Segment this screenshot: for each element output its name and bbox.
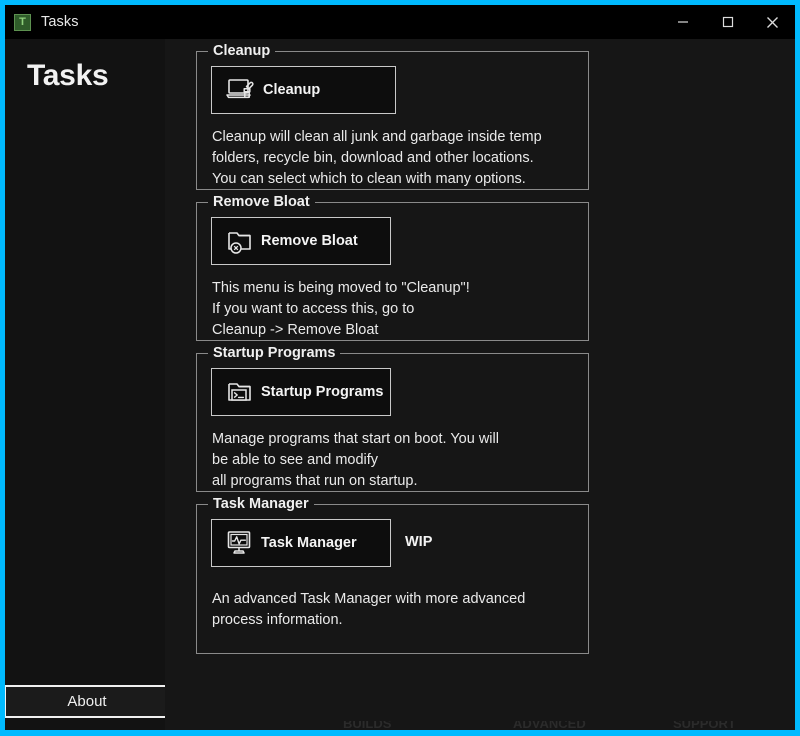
startup-programs-button[interactable]: Startup Programs [211, 368, 391, 416]
remove-bloat-button[interactable]: Remove Bloat [211, 217, 391, 265]
window-controls [660, 5, 795, 39]
folder-remove-icon [228, 232, 251, 254]
minimize-icon [677, 21, 688, 23]
laptop-brush-icon [226, 79, 254, 99]
sidebar: Tasks About [5, 39, 170, 730]
clipped-bottom-text: BUILDS ADVANCED SUPPORT [325, 721, 795, 730]
maximize-button[interactable] [705, 5, 750, 39]
task-manager-button-label: Task Manager [261, 535, 357, 551]
clipped-text-b: ADVANCED [513, 721, 586, 730]
app-icon: T [14, 13, 31, 31]
minimize-button[interactable] [660, 5, 705, 39]
cleanup-description: Cleanup will clean all junk and garbage … [212, 129, 542, 187]
content-area: Cleanup Cleanup Cleanup will clean all j… [165, 39, 795, 730]
close-button[interactable] [750, 5, 795, 39]
window-inner: T Tasks Tasks About Cleanup Cleanup Clea… [5, 5, 795, 730]
cleanup-button[interactable]: Cleanup [211, 66, 396, 114]
window-body: Tasks About Cleanup Cleanup Cleanup will… [5, 39, 795, 730]
group-startup-programs: Startup Programs Startup Programs Manage… [196, 345, 589, 492]
group-title-cleanup: Cleanup [208, 43, 276, 59]
startup-programs-button-label: Startup Programs [261, 384, 384, 400]
folder-terminal-icon [228, 383, 251, 401]
title-bar: T Tasks [5, 5, 795, 39]
startup-programs-description: Manage programs that start on boot. You … [212, 431, 499, 489]
clipped-text-c: SUPPORT [673, 721, 736, 730]
group-cleanup: Cleanup Cleanup Cleanup will clean all j… [196, 43, 589, 190]
task-manager-description: An advanced Task Manager with more advan… [212, 591, 526, 628]
group-title-remove-bloat: Remove Bloat [208, 194, 315, 210]
page-title: Tasks [27, 59, 109, 92]
cleanup-button-label: Cleanup [263, 82, 321, 98]
remove-bloat-button-label: Remove Bloat [261, 233, 358, 249]
monitor-graph-icon [227, 531, 251, 554]
maximize-icon [722, 16, 733, 28]
task-manager-button[interactable]: Task Manager [211, 519, 391, 567]
close-icon [767, 16, 778, 28]
group-remove-bloat: Remove Bloat Remove Bloat This menu is b… [196, 194, 589, 341]
task-manager-wip-badge: WIP [405, 534, 433, 550]
group-title-task-manager: Task Manager [208, 496, 314, 512]
group-title-startup-programs: Startup Programs [208, 345, 341, 361]
clipped-text-a: BUILDS [343, 721, 392, 730]
window-title: Tasks [41, 14, 79, 30]
group-task-manager: Task Manager Task Manager WIP An advance… [196, 496, 589, 654]
remove-bloat-description: This menu is being moved to "Cleanup"! I… [212, 280, 470, 338]
window-frame: T Tasks Tasks About Cleanup Cleanup Clea… [0, 0, 800, 736]
about-button[interactable]: About [5, 685, 170, 718]
